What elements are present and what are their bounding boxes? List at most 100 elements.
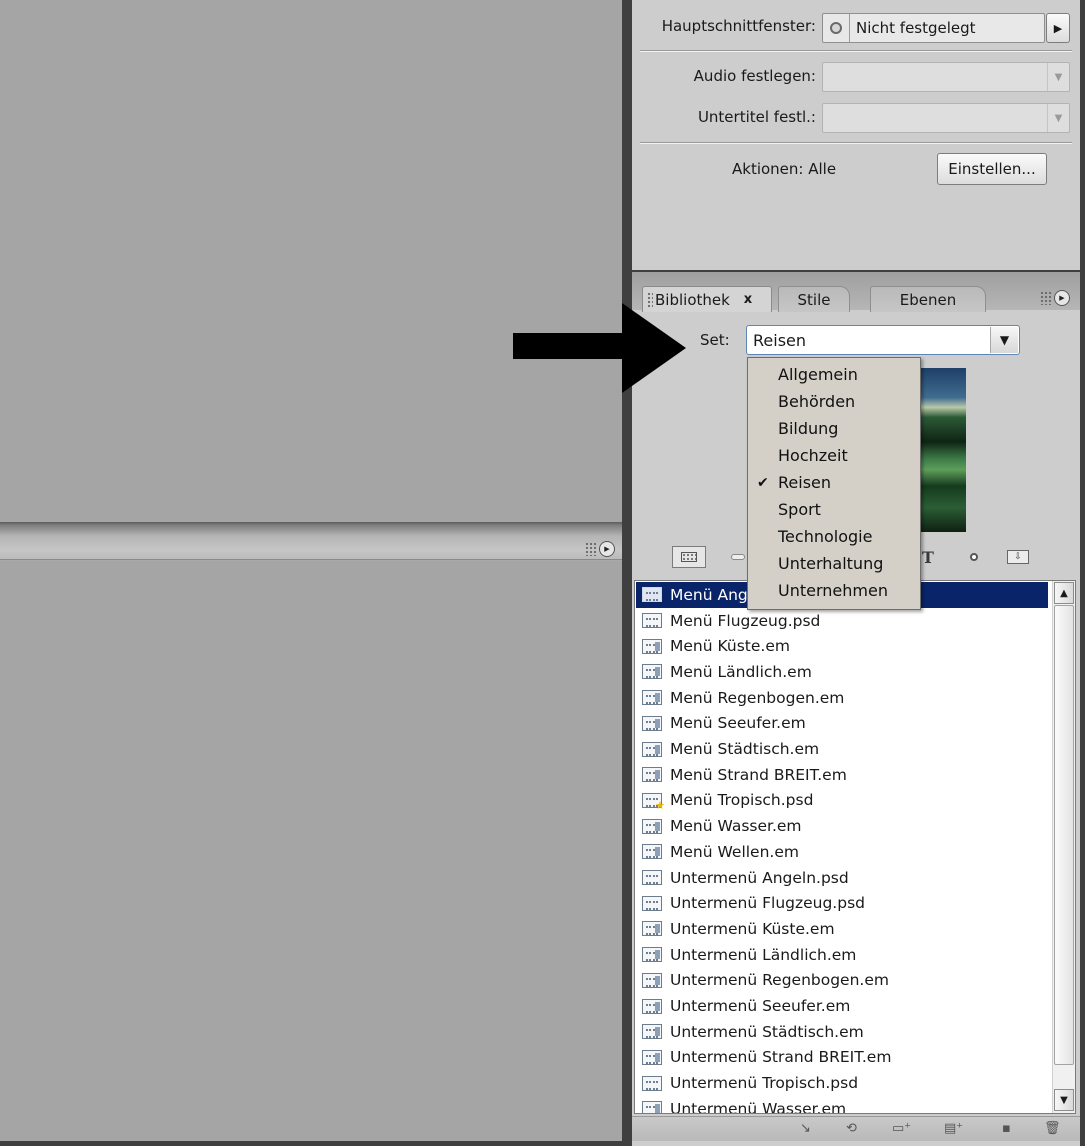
list-item[interactable]: Menü Strand BREIT.em [636, 762, 1048, 788]
list-item[interactable]: Menü Flugzeug.psd [636, 608, 1048, 634]
main-timeline-field[interactable]: Nicht festgelegt [822, 13, 1045, 43]
export-icon[interactable]: ⇩ [1004, 546, 1032, 568]
menu-item-technologie[interactable]: Technologie [748, 523, 920, 550]
replace-icon[interactable]: ⟲ [846, 1121, 857, 1136]
em-file-icon [642, 921, 662, 937]
delete-icon[interactable]: 🗑 [1044, 1121, 1061, 1136]
list-item[interactable]: Menü Wellen.em [636, 839, 1048, 865]
em-file-icon [642, 715, 662, 731]
checkmark-icon: ✔ [757, 474, 769, 491]
favorite-psd-file-icon [642, 792, 665, 812]
properties-panel: Hauptschnittfenster: Nicht festgelegt ▶ … [632, 0, 1080, 270]
set-label: Set: [700, 331, 730, 349]
em-file-icon [642, 690, 662, 706]
set-value: Reisen [753, 330, 807, 350]
monitor-panel [0, 0, 622, 522]
separator [640, 50, 1072, 52]
play-circle-icon: ▶ [1054, 290, 1070, 306]
list-item[interactable]: Untermenü Seeufer.em [636, 993, 1048, 1019]
em-file-icon [642, 818, 662, 834]
vertical-scrollbar[interactable]: ▲ ▼ [1052, 581, 1075, 1113]
button-type-icon[interactable] [728, 546, 748, 568]
menu-item-bildung[interactable]: Bildung [748, 415, 920, 442]
list-item[interactable]: Untermenü Regenbogen.em [636, 968, 1048, 994]
list-item[interactable]: Untermenü Angeln.psd [636, 865, 1048, 891]
set-dropdown-menu: Allgemein Behörden Bildung Hochzeit ✔ Re… [747, 357, 921, 610]
actions-label: Aktionen: Alle [732, 160, 837, 178]
list-item[interactable]: Menü Wasser.em [636, 813, 1048, 839]
list-item[interactable]: Menü Ländlich.em [636, 659, 1048, 685]
tab-label: Ebenen [899, 290, 957, 309]
place-object-icon[interactable]: ▭⁺ [892, 1121, 911, 1136]
list-item[interactable]: Untermenü Wasser.em [636, 1096, 1048, 1113]
separator [640, 142, 1072, 144]
menu-item-allgemein[interactable]: Allgemein [748, 361, 920, 388]
em-file-icon [642, 741, 662, 757]
grip-icon [1040, 291, 1052, 305]
em-file-icon [642, 998, 662, 1014]
menu-item-unternehmen[interactable]: Unternehmen [748, 577, 920, 604]
panel-divider: ▶ [0, 522, 622, 560]
menu-item-reisen[interactable]: ✔ Reisen [748, 469, 920, 496]
new-item-icon[interactable]: ▪ [1002, 1121, 1011, 1136]
subtitle-dropdown[interactable]: ▼ [822, 103, 1070, 133]
tab-stile[interactable]: Stile [778, 286, 850, 312]
list-item[interactable]: Menü Städtisch.em [636, 736, 1048, 762]
audio-label: Audio festlegen: [693, 67, 816, 85]
timeline-panel [0, 561, 622, 1146]
link-arrow-icon[interactable]: ↘ [800, 1121, 811, 1136]
library-tab-bar: Bibliothek x Stile Ebenen ▶ [632, 270, 1080, 312]
menu-type-icon[interactable] [672, 546, 706, 568]
set-dropdown[interactable]: Reisen ▼ [746, 325, 1020, 355]
graphic-icon[interactable] [964, 546, 984, 568]
thumbnail-preview [918, 368, 966, 532]
main-timeline-arrow-button[interactable]: ▶ [1046, 13, 1070, 43]
close-icon[interactable]: x [744, 292, 752, 307]
tab-ebenen[interactable]: Ebenen [870, 286, 986, 312]
em-file-icon [642, 947, 662, 963]
chevron-down-icon: ▼ [1047, 104, 1069, 132]
scroll-down-icon[interactable]: ▼ [1054, 1089, 1074, 1111]
library-list[interactable]: Menü Ang Menü Flugzeug.psd Menü Küste.em… [634, 580, 1076, 1114]
list-item[interactable]: Menü Küste.em [636, 633, 1048, 659]
psd-file-icon [642, 587, 662, 603]
list-item[interactable]: Untermenü Tropisch.psd [636, 1070, 1048, 1096]
list-item[interactable]: Untermenü Flugzeug.psd [636, 890, 1048, 916]
menu-item-behoerden[interactable]: Behörden [748, 388, 920, 415]
play-circle-icon: ▶ [599, 541, 615, 557]
panel-menu-button[interactable]: ▶ [1040, 289, 1070, 307]
em-file-icon [642, 664, 662, 680]
list-item[interactable]: Menü Regenbogen.em [636, 685, 1048, 711]
text-icon[interactable]: T [918, 546, 938, 568]
psd-file-icon [642, 895, 662, 911]
pickwhip-icon[interactable] [823, 14, 850, 42]
subtitle-label: Untertitel festl.: [697, 108, 816, 126]
menu-item-hochzeit[interactable]: Hochzeit [748, 442, 920, 469]
annotation-arrow-icon [622, 303, 686, 393]
list-item[interactable]: Menü Seeufer.em [636, 711, 1048, 737]
list-item[interactable]: Untermenü Städtisch.em [636, 1019, 1048, 1045]
configure-button[interactable]: Einstellen... [937, 153, 1047, 185]
grip-icon [585, 542, 597, 556]
list-item[interactable]: Menü Tropisch.psd [636, 788, 1048, 814]
right-frame-edge [1080, 0, 1085, 1146]
vertical-splitter[interactable] [622, 0, 632, 1146]
bottom-frame-edge [0, 1141, 632, 1146]
menu-item-unterhaltung[interactable]: Unterhaltung [748, 550, 920, 577]
audio-dropdown[interactable]: ▼ [822, 62, 1070, 92]
em-file-icon [642, 972, 662, 988]
menu-item-sport[interactable]: Sport [748, 496, 920, 523]
add-menu-icon[interactable]: ▤⁺ [944, 1121, 963, 1136]
chevron-down-icon: ▼ [1047, 63, 1069, 91]
em-file-icon [642, 844, 662, 860]
annotation-arrow-shaft [513, 333, 627, 359]
chevron-down-icon: ▼ [990, 327, 1018, 353]
list-item[interactable]: Untermenü Strand BREIT.em [636, 1045, 1048, 1071]
list-item[interactable]: Untermenü Küste.em [636, 916, 1048, 942]
list-item[interactable]: Untermenü Ländlich.em [636, 942, 1048, 968]
scroll-up-icon[interactable]: ▲ [1054, 582, 1074, 604]
scroll-thumb[interactable] [1054, 605, 1074, 1065]
main-timeline-value: Nicht festgelegt [856, 19, 976, 37]
panel-menu-button[interactable]: ▶ [585, 540, 615, 558]
psd-file-icon [642, 1075, 662, 1091]
